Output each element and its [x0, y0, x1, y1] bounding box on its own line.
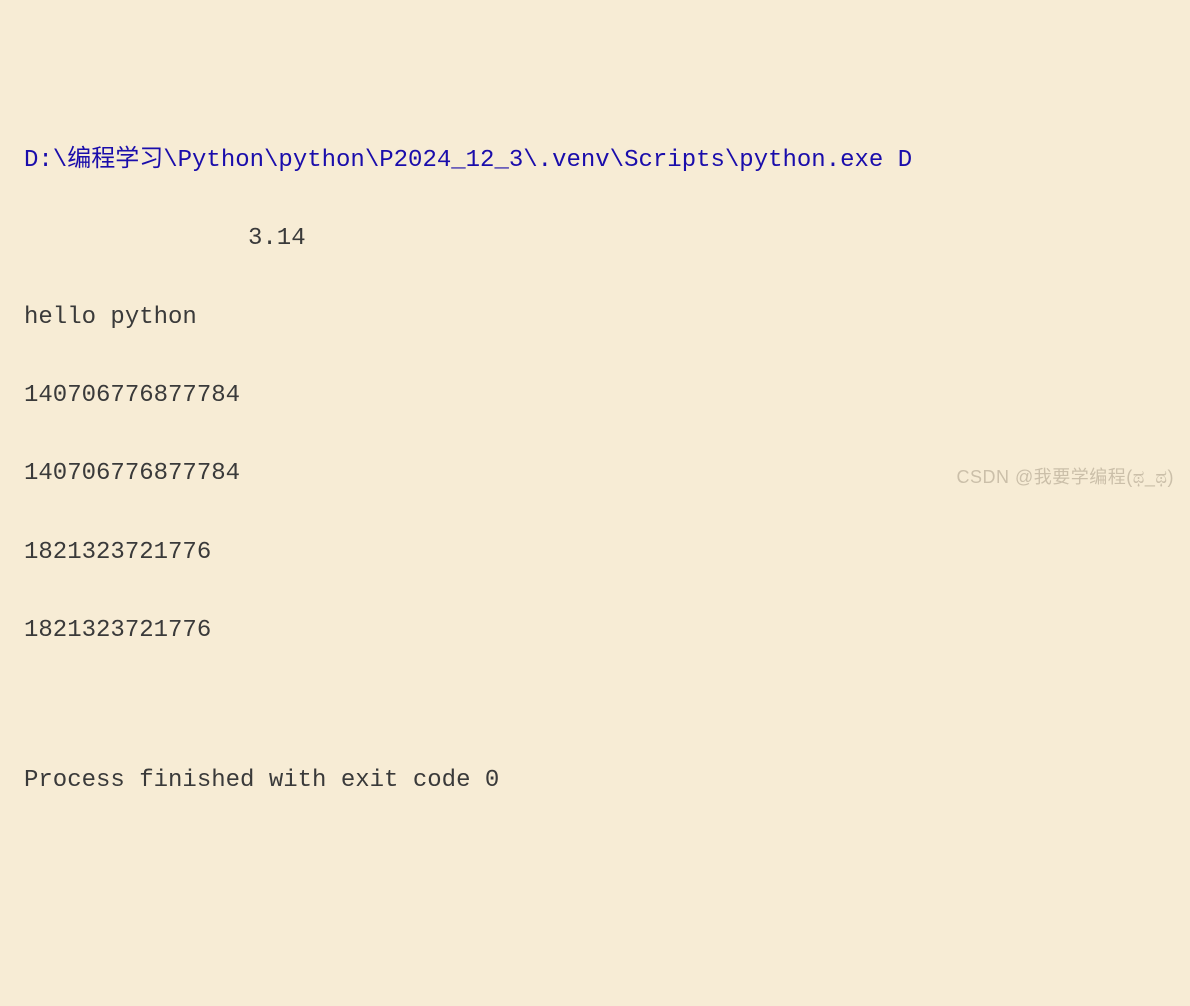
command-line: D:\编程学习\Python\python\P2024_12_3\.venv\S…: [24, 145, 1166, 176]
blank-line: [24, 693, 1166, 717]
output-id-1: 140706776877784: [24, 380, 1166, 411]
output-float-value: 3.14: [24, 223, 1166, 254]
watermark: CSDN @我要学编程(ಥ_ಥ): [956, 466, 1174, 489]
output-string: hello python: [24, 302, 1166, 333]
output-id-3: 1821323721776: [24, 537, 1166, 568]
exit-message: Process finished with exit code 0: [24, 765, 1166, 796]
output-id-4: 1821323721776: [24, 615, 1166, 646]
